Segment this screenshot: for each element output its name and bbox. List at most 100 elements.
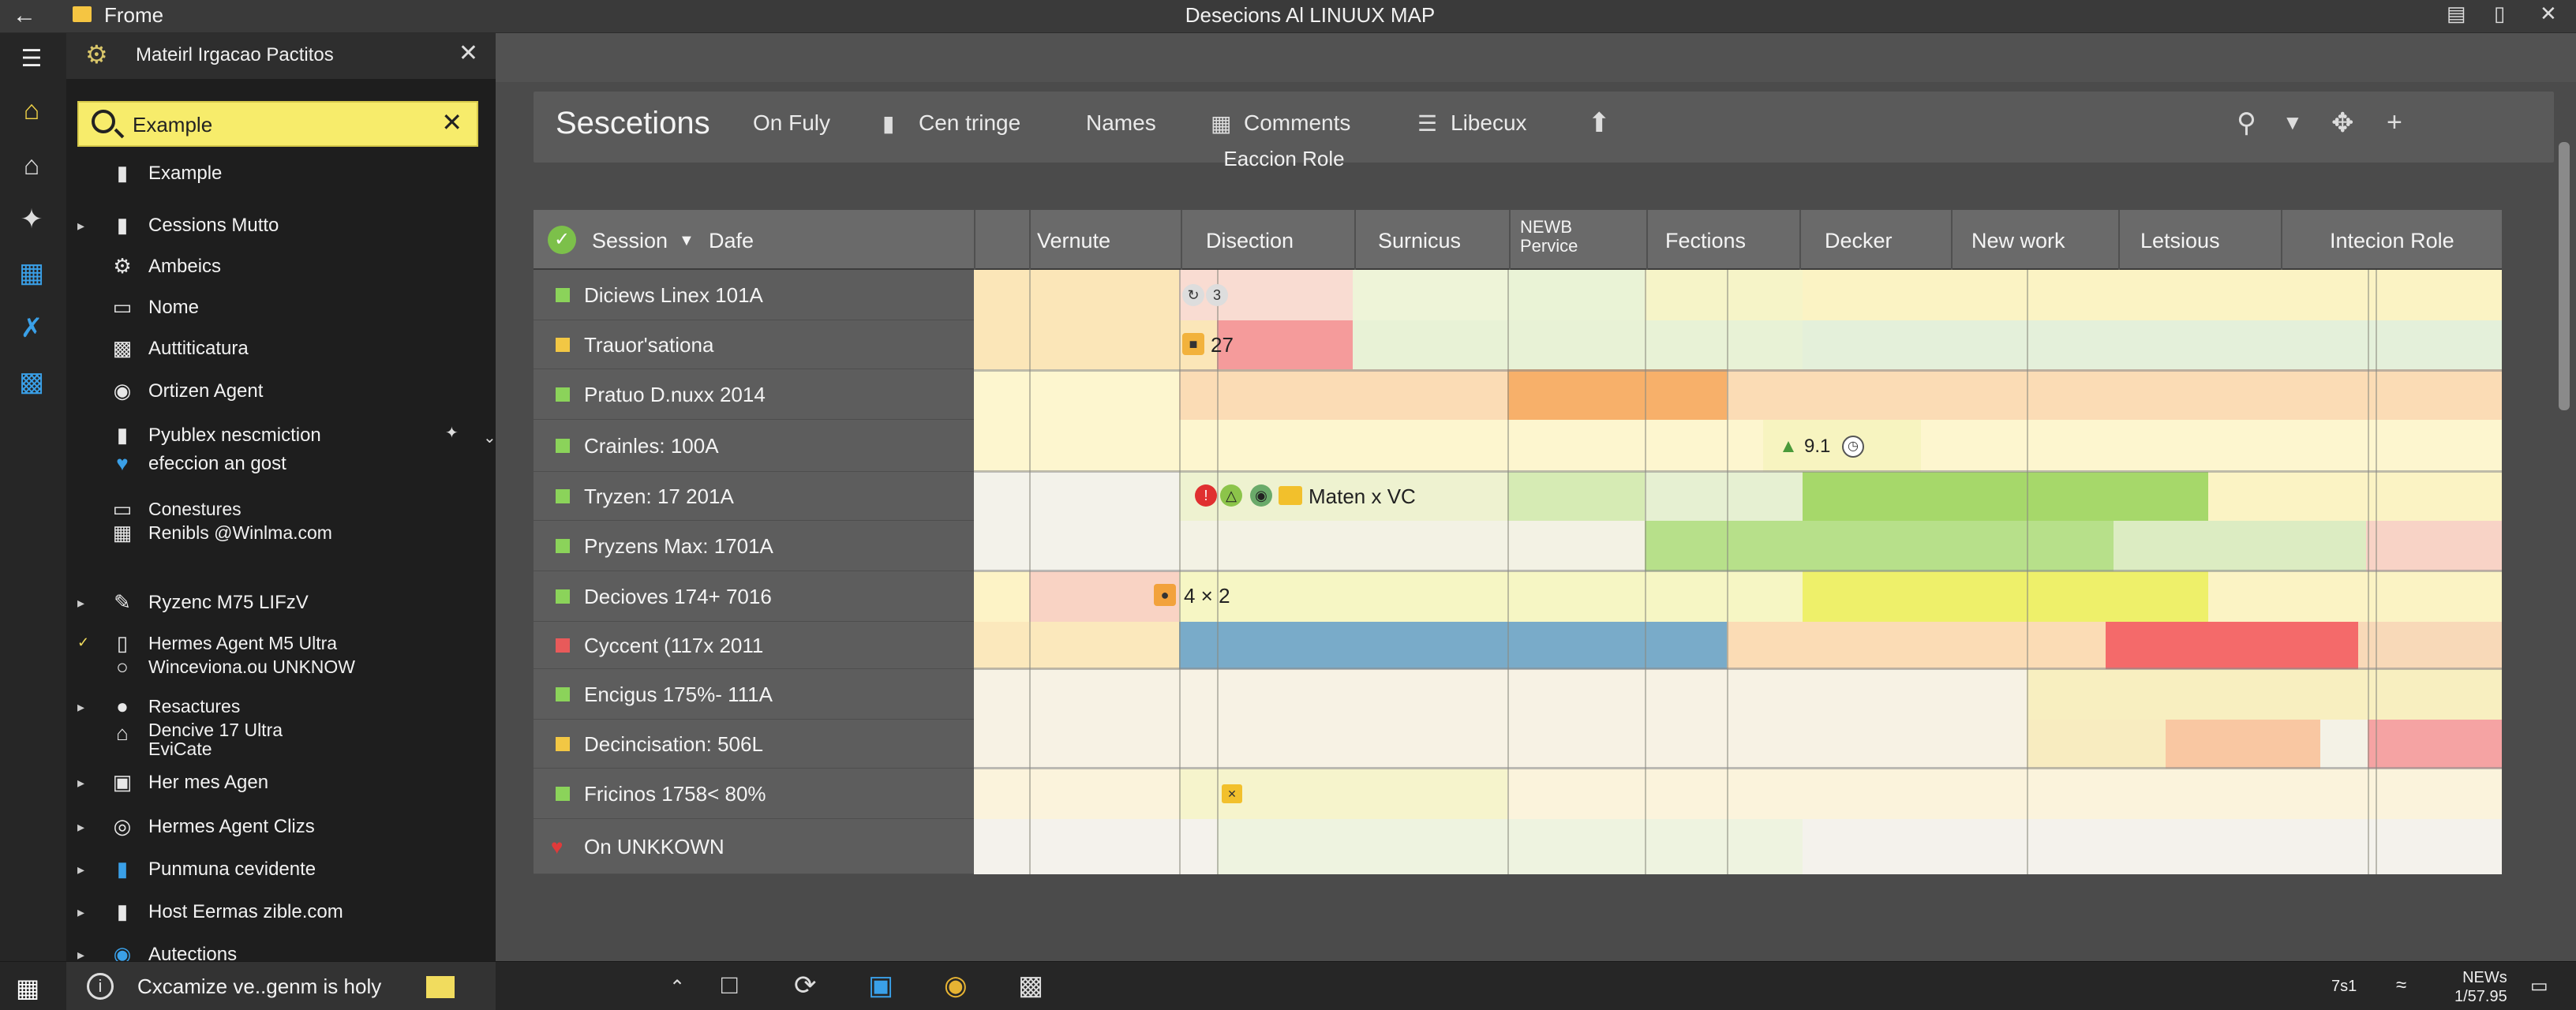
tree-item-label: Winceviona.ou UNKNOW	[148, 656, 356, 677]
toolbar-on-fuly[interactable]: On Fuly	[753, 110, 830, 136]
header-date[interactable]: Dafe	[709, 229, 754, 253]
expand-chevron-icon[interactable]: ▸	[77, 595, 84, 612]
pin-icon[interactable]: ✦	[445, 423, 459, 443]
expand-chevron-icon[interactable]: ▸	[77, 819, 84, 836]
photos-icon[interactable]: ▣	[868, 970, 893, 1001]
header-intecion-role[interactable]: Intecion Role	[2330, 229, 2454, 253]
warning-box-icon[interactable]: ■	[1182, 333, 1204, 355]
folder-icon: ▮	[116, 423, 129, 447]
expand-chevron-icon[interactable]: ▸	[77, 699, 84, 716]
tree-item-label: Nome	[148, 297, 200, 318]
refresh-icon[interactable]: ⟳	[794, 970, 817, 1001]
cell-value: 4 × 2	[1184, 584, 1230, 608]
search-icon	[92, 110, 115, 133]
table-row[interactable]: Crainles: 100A	[534, 420, 974, 472]
close-icon[interactable]: ✕	[2540, 2, 2557, 26]
header-decker[interactable]: Decker	[1825, 229, 1893, 253]
tree-item-label: Auttiticatura	[148, 338, 249, 359]
wifi-icon[interactable]: ≈	[2396, 974, 2406, 997]
tag-icon[interactable]: ✕	[1222, 784, 1242, 803]
table-row[interactable]: Tryzen: 17 201A	[534, 472, 974, 521]
notification-bar[interactable]: i Cxcamize ve..genm is holy	[66, 962, 496, 1010]
header-fections[interactable]: Fections	[1665, 229, 1746, 253]
expand-chevron-icon[interactable]: ▸	[77, 904, 84, 921]
search-icon[interactable]: ⚲	[2237, 107, 2256, 139]
table-row[interactable]: Trauor'sationa	[534, 320, 974, 369]
clock-icon[interactable]: ◷	[1842, 436, 1864, 458]
tree-item-label: Cessions Mutto	[148, 215, 279, 236]
expand-chevron-icon[interactable]: ▸	[77, 947, 84, 961]
clock[interactable]: NEWs 1/57.95	[2454, 968, 2507, 1006]
refresh-badge-icon[interactable]: ↻	[1182, 284, 1204, 306]
notification-center-icon[interactable]: ▭	[2530, 974, 2548, 997]
number-badge-icon[interactable]: 3	[1206, 284, 1228, 306]
table-row[interactable]: ♥ On UNKKOWN	[534, 819, 974, 874]
sticky-note-icon[interactable]	[426, 976, 455, 998]
store-icon[interactable]: ▩	[1018, 970, 1043, 1001]
windows-icon[interactable]: ▦	[14, 256, 49, 290]
clear-search-icon[interactable]: ✕	[441, 107, 462, 137]
status-square-icon	[556, 387, 570, 402]
restore-icon[interactable]: ▤	[2447, 2, 2466, 26]
vertical-scrollbar[interactable]	[2559, 142, 2570, 410]
toolbar-libecux[interactable]: Libecux	[1451, 110, 1527, 136]
settings-gear-icon[interactable]: ⚙	[85, 39, 108, 69]
header-new-work[interactable]: New work	[1971, 229, 2065, 253]
header-disection[interactable]: Disection	[1206, 229, 1294, 253]
hamburger-menu-icon[interactable]: ☰	[14, 41, 49, 76]
extension-icon[interactable]: ✥	[2331, 107, 2354, 139]
top-strip	[496, 33, 2576, 82]
header-newb[interactable]: NEWB Pervice	[1520, 218, 1578, 256]
table-row[interactable]: Fricinos 1758< 80%	[534, 769, 974, 819]
folder-icon[interactable]	[1279, 486, 1302, 505]
folder-open-icon[interactable]: ▩	[14, 365, 49, 399]
toolbar-comments[interactable]: Comments	[1244, 110, 1350, 136]
table-row[interactable]: Pratuo D.nuxx 2014	[534, 369, 974, 420]
lock-icon[interactable]: ●	[1154, 584, 1176, 606]
puzzle-icon[interactable]: ✦	[14, 202, 49, 237]
chevron-down-icon[interactable]: ▼	[2282, 110, 2303, 135]
sort-down-icon[interactable]: ▼	[679, 232, 695, 250]
upload-arrow-icon[interactable]: ⬆	[1588, 107, 1611, 139]
folder-icon: ▮	[882, 111, 895, 136]
table-row[interactable]: Encigus 175%- 111A	[534, 669, 974, 720]
tools-icon[interactable]: ✗	[14, 311, 49, 346]
table-row[interactable]: Pryzens Max: 1701A	[534, 521, 974, 571]
header-vernute[interactable]: Vernute	[1037, 229, 1110, 253]
maximize-icon[interactable]: ▯	[2494, 2, 2505, 26]
add-icon[interactable]: +	[2387, 107, 2402, 138]
home-icon[interactable]: ⌂	[14, 93, 49, 128]
globe-icon[interactable]: ◉	[1250, 484, 1272, 507]
table-row[interactable]: Diciews Linex 101A	[534, 270, 974, 320]
table-row[interactable]: Cyccent (117x 2011	[534, 622, 974, 669]
header-letsious[interactable]: Letsious	[2140, 229, 2220, 253]
nav-header-title: Mateirl Irgacao Pactitos	[136, 44, 334, 65]
grid-header: ✓ Session ▼ Dafe Vernute Disection Surni…	[534, 210, 2502, 270]
row-label: Crainles: 100A	[584, 434, 719, 458]
start-grid-icon[interactable]: ▦	[16, 973, 39, 1003]
alert-icon[interactable]: !	[1195, 484, 1217, 507]
check-circle-icon[interactable]: ✓	[548, 226, 576, 254]
table-row[interactable]: Decincisation: 506L	[534, 720, 974, 769]
chrome-icon[interactable]: ◉	[944, 970, 968, 1001]
table-row[interactable]: Decioves 174+ 7016	[534, 571, 974, 622]
toolbar-cen-tringe[interactable]: Cen tringe	[919, 110, 1020, 136]
chevron-down-icon[interactable]: ⌄	[483, 428, 496, 447]
search-box[interactable]: ✕	[77, 101, 478, 147]
chevron-up-icon[interactable]: ⌃	[669, 976, 685, 999]
header-session[interactable]: Session	[592, 229, 668, 253]
search-input[interactable]	[133, 112, 432, 137]
status-square-icon	[556, 539, 570, 553]
close-pane-icon[interactable]: ✕	[459, 39, 478, 67]
tree-item-label: Autections	[148, 944, 238, 961]
header-surnicus[interactable]: Surnicus	[1378, 229, 1461, 253]
expand-chevron-icon[interactable]: ▸	[77, 218, 84, 234]
person-icon[interactable]: △	[1220, 484, 1242, 507]
toolbar-names[interactable]: Names	[1086, 110, 1156, 136]
window-title: Desecions Al LINUUX MAP	[1185, 3, 1436, 27]
expand-chevron-icon[interactable]: ▸	[77, 862, 84, 878]
expand-chevron-icon[interactable]: ▸	[77, 775, 84, 791]
grid-icon: ▦	[1211, 111, 1232, 136]
tree-item-label: EviCate	[148, 739, 212, 759]
chat-icon[interactable]: □	[721, 970, 738, 1001]
